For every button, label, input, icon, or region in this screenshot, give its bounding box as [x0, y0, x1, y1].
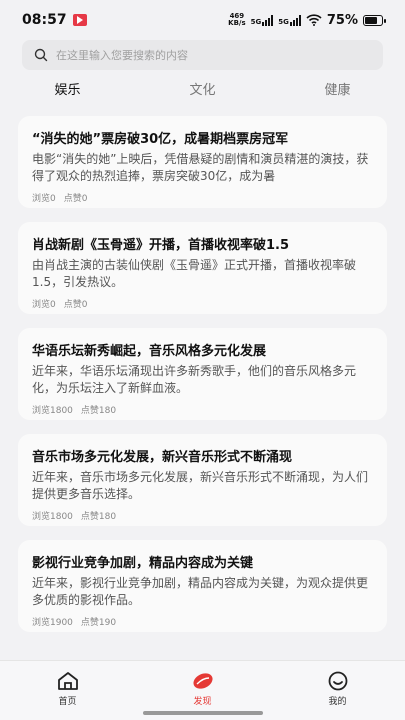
news-title: 影视行业竞争加剧，精品内容成为关键: [32, 556, 254, 571]
news-meta: 浏览1800 点赞180: [32, 509, 373, 522]
bottom-nav: 首页 发现 我的: [0, 660, 405, 720]
status-icons: 469 KB/s 5G 5G 75%: [228, 12, 386, 28]
status-time-group: 08:57: [22, 12, 87, 28]
search-icon: [34, 48, 48, 62]
battery-percent: 75%: [326, 12, 358, 28]
video-app-icon: [72, 14, 87, 26]
news-description: 电影“消失的她”上映后，凭借悬疑的剧情和演员精湛的演技，获得了观众的热烈追捧，票…: [32, 152, 369, 183]
category-tabs: 娱乐 文化 健康: [0, 70, 405, 106]
like-count: 点赞180: [80, 512, 117, 522]
news-title: “消失的她”票房破30亿，成暑期档票房冠军: [32, 132, 289, 147]
home-indicator[interactable]: [142, 711, 263, 715]
view-count: 浏览0: [32, 194, 56, 204]
tab-health[interactable]: 健康: [270, 79, 405, 98]
nav-discover-label: 发现: [193, 697, 212, 707]
wifi-icon: [306, 14, 322, 26]
view-count: 浏览0: [32, 300, 56, 310]
like-count: 点赞190: [80, 618, 117, 628]
news-card[interactable]: 肖战新剧《玉骨遥》开播，首播收视率破1.5 由肖战主演的古装仙侠剧《玉骨遥》正式…: [18, 222, 387, 314]
home-icon: [57, 672, 78, 690]
view-count: 浏览1800: [32, 512, 73, 522]
news-meta: 浏览0 点赞0: [32, 297, 373, 310]
tab-culture[interactable]: 文化: [135, 79, 270, 98]
news-title: 肖战新剧《玉骨遥》开播，首播收视率破1.5: [32, 238, 290, 253]
tab-entertainment[interactable]: 娱乐: [0, 79, 135, 98]
view-count: 浏览1800: [32, 406, 73, 416]
search-input[interactable]: [56, 48, 371, 62]
status-bar: 08:57 469 KB/s 5G 5G 75%: [0, 0, 405, 40]
news-description: 近年来，影视行业竞争加剧，精品内容成为关键，为观众提供更多优质的影视作品。: [32, 576, 369, 607]
discover-icon: [192, 673, 213, 689]
search-bar[interactable]: [22, 40, 383, 70]
like-count: 点赞0: [63, 300, 88, 310]
net-speed: 469 KB/s: [228, 13, 245, 27]
news-card[interactable]: “消失的她”票房破30亿，成暑期档票房冠军 电影“消失的她”上映后，凭借悬疑的剧…: [18, 116, 387, 208]
news-title: 华语乐坛新秀崛起，音乐风格多元化发展: [32, 344, 267, 359]
news-meta: 浏览0 点赞0: [32, 191, 373, 204]
signal-1-icon: 5G: [250, 14, 274, 26]
status-time: 08:57: [22, 12, 67, 28]
signal-2-icon: 5G: [278, 14, 301, 26]
signal-2-label: 5G: [278, 17, 289, 26]
view-count: 浏览1900: [32, 618, 73, 628]
signal-1-label: 5G: [250, 17, 262, 26]
like-count: 点赞0: [63, 194, 88, 204]
news-description: 近年来，音乐市场多元化发展，新兴音乐形式不断涌现，为人们提供更多音乐选择。: [32, 470, 369, 501]
smiley-icon: [328, 671, 347, 691]
news-meta: 浏览1800 点赞180: [32, 403, 373, 416]
news-description: 近年来，华语乐坛涌现出许多新秀歌手，他们的音乐风格多元化，为乐坛注入了新鲜血液。: [32, 364, 357, 395]
battery-icon: [363, 14, 386, 26]
like-count: 点赞180: [80, 406, 117, 416]
news-description: 由肖战主演的古装仙侠剧《玉骨遥》正式开播，首播收视率破1.5，引发热议。: [32, 258, 357, 289]
nav-profile-label: 我的: [328, 697, 347, 707]
news-title: 音乐市场多元化发展，新兴音乐形式不断涌现: [32, 450, 293, 465]
news-card[interactable]: 音乐市场多元化发展，新兴音乐形式不断涌现 近年来，音乐市场多元化发展，新兴音乐形…: [18, 434, 387, 526]
news-card[interactable]: 影视行业竞争加剧，精品内容成为关键 近年来，影视行业竞争加剧，精品内容成为关键，…: [18, 540, 387, 632]
net-speed-unit: KB/s: [228, 19, 246, 27]
news-list: “消失的她”票房破30亿，成暑期档票房冠军 电影“消失的她”上映后，凭借悬疑的剧…: [0, 116, 405, 632]
nav-profile[interactable]: 我的: [270, 661, 405, 720]
news-meta: 浏览1900 点赞190: [32, 615, 373, 628]
nav-home[interactable]: 首页: [0, 661, 135, 720]
news-card[interactable]: 华语乐坛新秀崛起，音乐风格多元化发展 近年来，华语乐坛涌现出许多新秀歌手，他们的…: [18, 328, 387, 420]
nav-home-label: 首页: [58, 697, 77, 707]
